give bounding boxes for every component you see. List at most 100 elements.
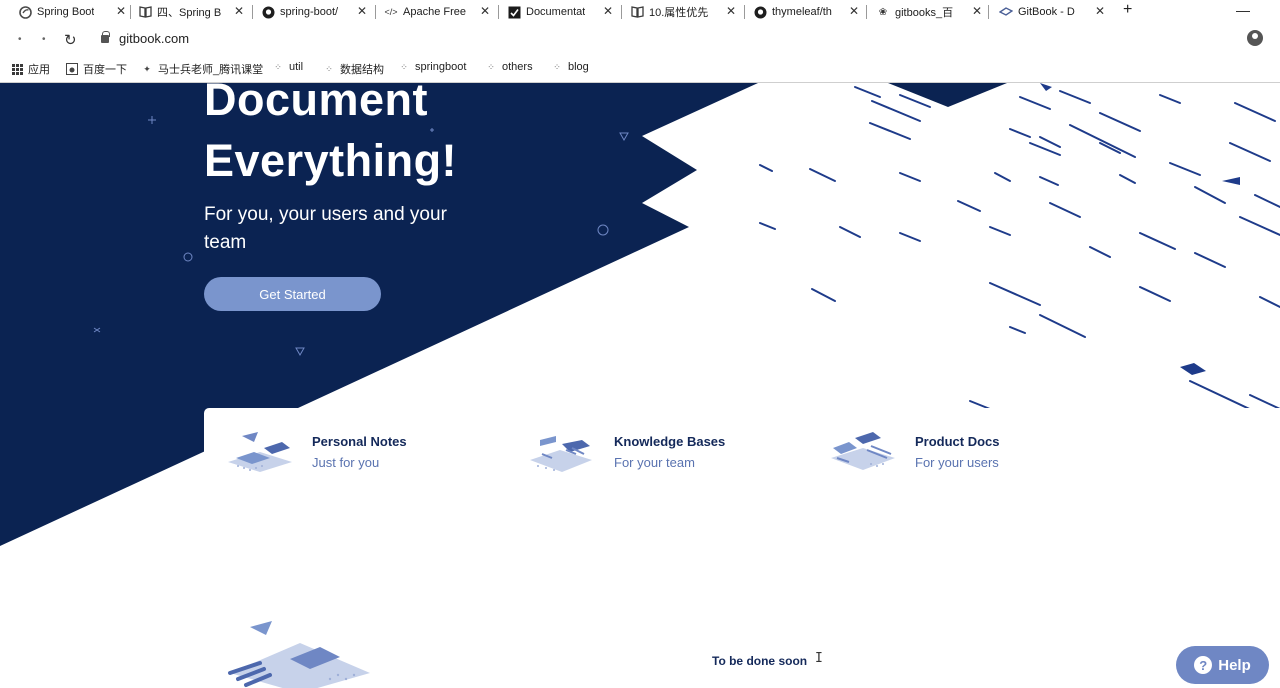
spring-icon [18,5,32,19]
folder-icon: ⁘ [553,61,561,72]
bookmark-baidu[interactable]: 百度一下 [66,61,127,77]
browser-tab[interactable]: 四、Spring B ✕ [138,2,244,22]
book-icon [630,5,644,19]
help-button[interactable]: ? Help [1176,646,1269,684]
reload-icon[interactable]: ↻ [64,31,77,49]
tab-title: thymeleaf/th [772,6,832,18]
close-icon[interactable]: ✕ [603,4,613,18]
tab-divider [498,5,499,19]
bookmark-folder[interactable]: ⁘ 数据结构 [323,61,384,77]
feature-title: Personal Notes [312,434,407,449]
status-text: To be done soon [712,654,808,668]
close-icon[interactable]: ✕ [234,4,244,18]
feature-subtitle: For your users [915,455,999,470]
gitbook-icon [999,5,1013,19]
tab-title: spring-boot/ [280,6,339,18]
browser-tab[interactable]: Spring Boot ✕ [18,2,126,22]
profile-avatar-icon[interactable] [1247,30,1263,46]
get-started-button[interactable]: Get Started [204,277,381,311]
tab-divider [130,5,131,19]
bookmark-folder[interactable]: ⁘ springboot [398,61,466,73]
feature-subtitle: Just for you [312,455,380,470]
bookmark-label: others [502,61,533,73]
tab-title: 10.属性优先 [649,7,709,19]
browser-tab[interactable]: </> Apache Free ✕ [384,2,490,22]
tab-title: Documentat [526,6,586,18]
paw-icon: ❀ [878,6,888,18]
tab-title: Apache Free [403,6,466,18]
forward-button[interactable]: • [42,34,46,45]
tab-divider [866,5,867,19]
new-tab-button[interactable]: + [1123,1,1132,19]
gitbook-landing-page: Document Everything! For you, your users… [0,83,1280,688]
close-icon[interactable]: ✕ [1095,4,1105,18]
address-bar: • • ↻ gitbook.com [0,26,1280,54]
hero-title-line: Everything! [204,135,458,186]
hero-navy-notch [888,83,1007,107]
help-label: Help [1218,656,1251,674]
feature-title: Product Docs [915,434,1000,449]
lock-icon[interactable] [101,31,110,43]
isometric-blocks [1040,83,1240,375]
book-icon [138,5,152,19]
editor-illustration-icon [228,621,370,688]
tab-strip: Spring Boot ✕ 四、Spring B ✕ spring-boot/ … [0,0,1280,24]
tab-title: 四、Spring B [157,7,222,19]
code-icon: </> [384,7,398,17]
close-icon[interactable]: ✕ [480,4,490,18]
baidu-icon [66,63,78,75]
bookmark-label: 百度一下 [83,64,127,76]
text-cursor-icon: I [815,651,823,666]
url-field[interactable]: gitbook.com [119,31,189,46]
browser-tab[interactable]: ❀ gitbooks_百 ✕ [876,2,982,22]
github-icon [753,5,767,19]
tab-title: Spring Boot [37,6,95,18]
close-icon[interactable]: ✕ [116,4,126,18]
bookmark-label: util [289,61,304,73]
tab-title: gitbooks_百 [895,7,954,19]
browser-tab[interactable]: spring-boot/ ✕ [261,2,367,22]
tab-divider [744,5,745,19]
bookmark-folder[interactable]: ⁘ others [485,61,533,73]
product-docs-illustration-icon [831,432,895,470]
close-icon[interactable]: ✕ [849,4,859,18]
bookmark-label: 数据结构 [340,64,384,76]
bookmark-course[interactable]: ✦ 马士兵老师_腾讯课堂 [141,61,263,77]
tab-divider [375,5,376,19]
bookmarks-bar: 应用 百度一下 ✦ 马士兵老师_腾讯课堂 ⁘ util ⁘ 数据结构 ⁘ spr… [0,58,1280,78]
bookmark-folder[interactable]: ⁘ blog [551,61,589,73]
hero-title: Document Everything! [204,83,624,191]
feature-title: Knowledge Bases [614,434,726,449]
folder-icon: ⁘ [274,61,282,72]
folder-icon: ⁘ [400,61,408,72]
browser-tab-active[interactable]: GitBook - D ✕ [999,2,1105,22]
knowledge-bases-illustration-icon [530,436,592,472]
folder-icon: ⁘ [325,63,333,74]
tab-divider [988,5,989,19]
bookmark-label: 马士兵老师_腾讯课堂 [158,64,264,76]
close-icon[interactable]: ✕ [726,4,736,18]
bookmark-icon: ✦ [143,63,151,74]
doc-icon [507,5,521,19]
browser-tab[interactable]: Documentat ✕ [507,2,613,22]
tab-title: GitBook - D [1018,6,1075,18]
hero-subtitle: For you, your users and your team [204,204,447,253]
tab-divider [252,5,253,19]
github-icon [261,5,275,19]
browser-tab[interactable]: 10.属性优先 ✕ [630,2,736,22]
window-minimize-icon[interactable]: — [1236,2,1250,18]
close-icon[interactable]: ✕ [972,4,982,18]
bookmark-folder[interactable]: ⁘ util [272,61,303,73]
folder-icon: ⁘ [487,61,495,72]
apps-grid-icon [11,63,23,75]
tab-divider [621,5,622,19]
bookmark-label: 应用 [28,64,50,76]
personal-notes-illustration-icon [228,432,292,472]
bookmark-label: springboot [415,61,467,73]
back-button[interactable]: • [18,34,22,45]
feature-subtitle: For your team [614,455,695,470]
browser-tab[interactable]: thymeleaf/th ✕ [753,2,859,22]
close-icon[interactable]: ✕ [357,4,367,18]
question-icon: ? [1194,656,1213,674]
bookmark-apps[interactable]: 应用 [11,61,50,77]
